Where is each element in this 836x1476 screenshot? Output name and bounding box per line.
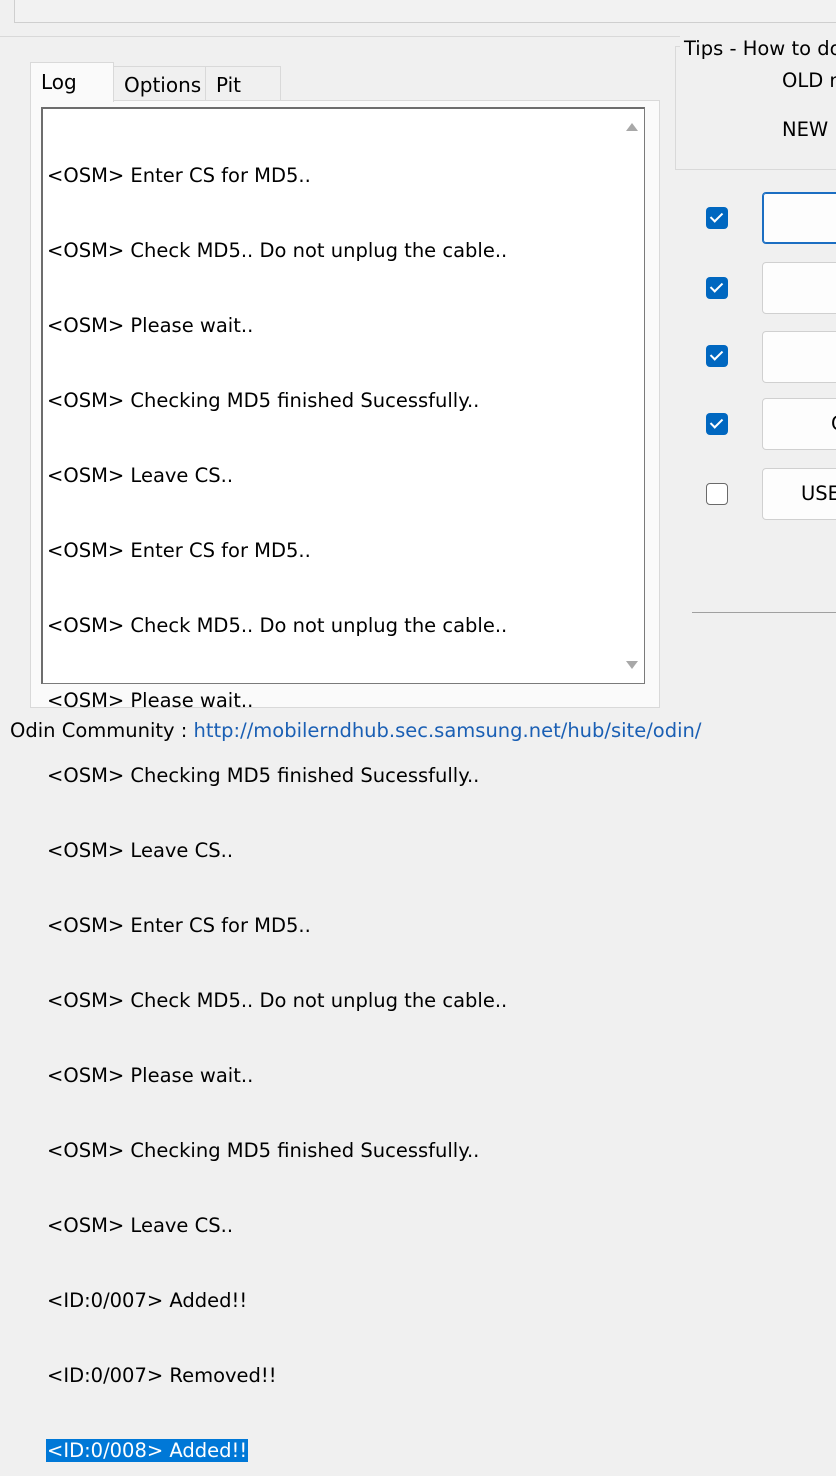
log-line: <ID:0/007> Added!! [47,1289,248,1312]
log-line: <ID:0/007> Removed!! [47,1364,277,1387]
file-button-csc[interactable]: C [762,398,836,450]
divider [692,612,836,613]
log-scrollbar[interactable] [620,109,644,683]
log-line: <OSM> Checking MD5 finished Sucessfully.… [47,764,480,787]
file-button-cp[interactable] [762,331,836,383]
log-line: <OSM> Leave CS.. [47,839,234,862]
log-line: <OSM> Check MD5.. Do not unplug the cabl… [47,239,508,262]
community-link[interactable]: http://mobilerndhub.sec.samsung.net/hub/… [194,719,702,742]
log-line: <OSM> Enter CS for MD5.. [47,914,311,937]
log-line: <OSM> Check MD5.. Do not unplug the cabl… [47,989,508,1012]
checkbox-cp[interactable] [706,345,728,367]
footer-label: Odin Community : [10,719,194,742]
footer: Odin Community : http://mobilerndhub.sec… [10,718,701,744]
scroll-down-arrow-icon[interactable] [626,661,638,669]
checkbox-bl[interactable] [706,207,728,229]
top-groupbox [14,0,836,23]
checkbox-userdata[interactable] [706,483,728,505]
tab-pit[interactable]: Pit [205,66,281,100]
log-line: <OSM> Please wait.. [47,689,254,712]
tips-old-text: OLD n [782,69,836,92]
log-line: <OSM> Leave CS.. [47,464,234,487]
log-line: <OSM> Check MD5.. Do not unplug the cabl… [47,614,508,637]
log-line: <OSM> Enter CS for MD5.. [47,539,311,562]
log-lines: <OSM> Enter CS for MD5.. <OSM> Check MD5… [46,113,508,1476]
scroll-up-arrow-icon[interactable] [626,123,638,131]
tips-new-text: NEW r [782,118,836,141]
tips-title: Tips - How to do [680,36,836,62]
checkbox-ap[interactable] [706,277,728,299]
log-line: <OSM> Leave CS.. [47,1214,234,1237]
tips-groupbox [675,46,836,170]
file-button-bl[interactable] [762,192,836,244]
file-button-userdata[interactable]: USE [762,468,836,520]
top-panel [0,0,836,37]
tab-log[interactable]: Log [30,62,114,102]
log-line: <OSM> Checking MD5 finished Sucessfully.… [47,389,480,412]
log-line: <OSM> Checking MD5 finished Sucessfully.… [47,1139,480,1162]
log-line-selected: <ID:0/008> Added!! [46,1439,249,1462]
checkbox-csc[interactable] [706,413,728,435]
file-button-ap[interactable] [762,262,836,314]
log-line: <OSM> Enter CS for MD5.. [47,164,311,187]
log-textarea[interactable]: <OSM> Enter CS for MD5.. <OSM> Check MD5… [41,107,645,1462]
log-line: <OSM> Please wait.. [47,1064,254,1087]
tab-options[interactable]: Options [113,66,206,100]
log-line: <OSM> Please wait.. [47,314,254,337]
